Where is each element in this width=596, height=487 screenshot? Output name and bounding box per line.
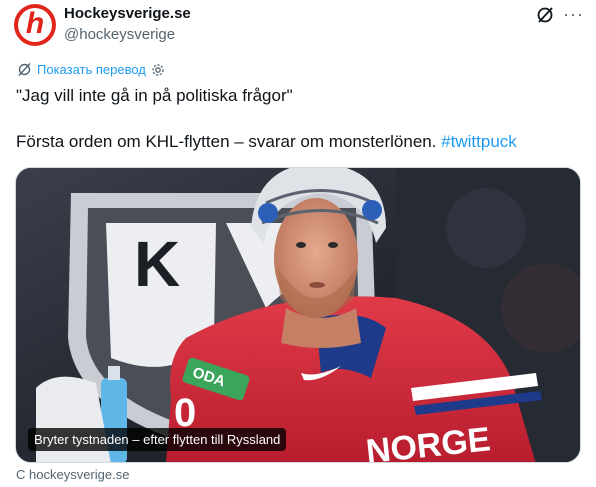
avatar-logo-letter: h xyxy=(25,7,45,40)
card-source[interactable]: С hockeysverige.se xyxy=(16,467,129,482)
tweet-text-main: Första orden om KHL-flytten – svarar om … xyxy=(16,132,437,151)
grok-icon[interactable] xyxy=(536,6,554,24)
gear-icon[interactable] xyxy=(151,63,165,77)
hockey-player-photo: K ODA 0 NORGE xyxy=(16,168,580,462)
card-caption: Bryter tystnaden – efter flytten till Ry… xyxy=(28,428,287,451)
tweet-text-quote: "Jag vill inte gå in på politiska frågor… xyxy=(16,86,293,105)
link-card-image[interactable]: K ODA 0 NORGE xyxy=(15,167,581,463)
avatar-inner: h xyxy=(18,8,52,42)
tweet-text-body: Första orden om KHL-flytten – svarar om … xyxy=(16,132,517,152)
account-name[interactable]: Hockeysverige.se xyxy=(64,5,191,22)
translate-label[interactable]: Показать перевод xyxy=(37,62,146,77)
account-handle[interactable]: @hockeysverige xyxy=(64,26,175,43)
hashtag-link[interactable]: #twittpuck xyxy=(441,132,517,151)
avatar[interactable]: h xyxy=(14,4,56,46)
khl-logo-letter: K xyxy=(134,228,180,300)
translate-link[interactable]: Показать перевод xyxy=(17,62,165,77)
translate-grok-icon xyxy=(18,63,31,76)
more-icon[interactable]: ··· xyxy=(563,5,584,23)
